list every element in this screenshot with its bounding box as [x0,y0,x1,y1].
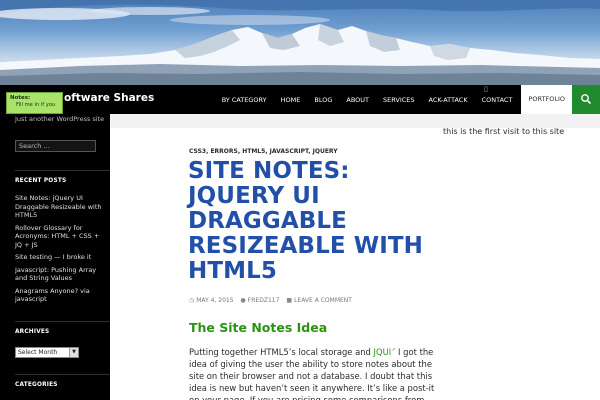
category-link[interactable]: CSS3 [189,148,206,155]
post-date[interactable]: ◷ MAY 4, 2015 [189,297,234,304]
post-meta: ◷ MAY 4, 2015 ● FREDZ117 ■ LEAVE A COMME… [189,297,352,304]
nav-item-home[interactable]: HOME [274,96,308,104]
site-notes-sticky[interactable]: Notes: Fill me in if you [6,92,63,114]
jqui-link[interactable]: JQUI [374,347,392,357]
first-visit-message: this is the first visit to this site [443,127,565,136]
sidebar-search-input[interactable] [15,140,96,152]
site-title[interactable]: oftware Shares [64,92,154,104]
post-categories: CSS3, ERRORS, HTML5, JAVASCRIPT, JQUERY [189,148,338,155]
search-toggle-button[interactable] [572,85,600,114]
recent-post-link[interactable]: Javascript: Pushing Array and String Val… [15,266,105,283]
post-body-paragraph: Putting together HTML5’s local storage a… [189,344,439,400]
chevron-down-icon: ▼ [69,348,78,357]
nav-item-contact[interactable]: CONTACT [475,96,520,104]
nav-item-ack-attack[interactable]: ACK-ATTACK [422,96,475,104]
section-heading: The Site Notes Idea [189,320,328,335]
sticky-note-text[interactable]: Fill me in if you [10,102,59,109]
user-icon: ● [240,297,246,304]
category-link[interactable]: ERRORS [210,148,237,155]
leave-comment-text: LEAVE A COMMENT [294,297,352,304]
archives-heading: ARCHIVES [15,321,113,335]
comment-icon: ■ [286,297,293,304]
broken-image-icon: ▯ [484,85,488,93]
body-text-part: Putting together HTML5’s local storage a… [189,346,374,357]
nav-item-services[interactable]: SERVICES [376,96,422,104]
nav-item-about[interactable]: ABOUT [339,96,376,104]
primary-navigation-bar: oftware Shares BY CATEGORY HOME BLOG ABO… [0,85,600,114]
archives-dropdown[interactable]: Select Month ▼ [15,347,79,358]
mountain-illustration [0,0,600,85]
nav-item-portfolio[interactable]: PORTFOLIO [521,85,572,114]
archives-selected-value: Select Month [18,349,58,356]
content-top-strip [110,114,600,128]
recent-post-link[interactable]: Site testing — I broke it [15,253,105,262]
site-tagline: Just another WordPress site [15,115,105,123]
recent-post-link[interactable]: Site Notes: jQuery UI Draggable Resizeab… [15,194,105,220]
post-title[interactable]: SITE NOTES: JQUERY UI DRAGGABLE RESIZEAB… [188,159,438,284]
recent-posts-list: Site Notes: jQuery UI Draggable Resizeab… [15,194,105,308]
categories-heading: CATEGORIES [15,374,111,388]
search-icon [581,94,592,105]
post-date-text: MAY 4, 2015 [196,297,234,304]
leave-comment-link[interactable]: ■ LEAVE A COMMENT [286,297,352,304]
sticky-note-title: Notes: [10,95,31,101]
header-banner-image [0,0,600,85]
post-author[interactable]: ● FREDZ117 [241,297,280,304]
recent-post-link[interactable]: Rollover Glossary for Acronyms: HTML + C… [15,224,105,250]
category-link[interactable]: HTML5 [242,148,265,155]
sidebar: Just another WordPress site RECENT POSTS… [0,114,113,400]
recent-post-link[interactable]: Anagrams Anyone? via javascript [15,287,105,304]
pin-icon: ◷ [189,297,195,304]
nav-item-by-category[interactable]: BY CATEGORY [215,96,274,104]
category-link[interactable]: JAVASCRIPT [270,148,309,155]
nav-item-blog[interactable]: BLOG [307,96,339,104]
recent-posts-heading: RECENT POSTS [15,170,112,184]
nav-menu: BY CATEGORY HOME BLOG ABOUT SERVICES ACK… [215,85,572,114]
category-link[interactable]: JQUERY [313,148,338,155]
post-author-text: FREDZ117 [247,297,280,304]
